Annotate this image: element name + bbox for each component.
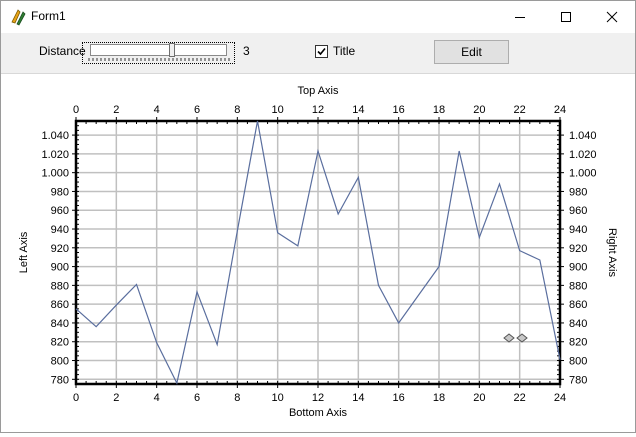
app-icon xyxy=(9,8,27,26)
top-axis-tick-label: 6 xyxy=(194,104,200,116)
right-axis-tick-label: 960 xyxy=(569,205,587,217)
minimize-button[interactable] xyxy=(497,1,543,33)
bottom-axis-tick-label: 2 xyxy=(113,392,119,404)
top-axis-tick-label: 18 xyxy=(433,104,445,116)
left-axis-tick-label: 1.020 xyxy=(41,149,69,161)
title-bar[interactable]: Form1 xyxy=(1,1,635,33)
bottom-axis-tick-label: 12 xyxy=(312,392,324,404)
close-icon xyxy=(606,11,618,23)
left-axis-ticks: 780 800 820 840 860 880 900 920 940 960 980 1.000 1.… xyxy=(41,130,76,386)
bottom-axis-label: Bottom Axis xyxy=(289,407,348,419)
bottom-axis-tick-label: 4 xyxy=(154,392,160,404)
top-axis-ticks: 024681012141618202224 xyxy=(73,104,566,121)
trackbar-thumb[interactable] xyxy=(169,43,175,57)
right-axis-ticks: 780 800 820 840 860 880 900 920 940 960 980 1.000 1.… xyxy=(560,130,597,386)
top-axis-tick-label: 12 xyxy=(312,104,324,116)
left-axis-tick-label: 1.040 xyxy=(41,130,69,142)
top-axis-tick-label: 4 xyxy=(154,104,160,116)
left-axis-tick-label: 820 xyxy=(51,337,69,349)
right-axis-tick-label: 1.000 xyxy=(569,168,597,180)
left-axis-tick-label: 860 xyxy=(51,299,69,311)
chart-grid xyxy=(76,121,560,384)
zoom-right-icon[interactable] xyxy=(517,334,527,342)
left-axis-tick-label: 960 xyxy=(51,205,69,217)
zoom-left-icon[interactable] xyxy=(504,334,514,342)
close-button[interactable] xyxy=(589,1,635,33)
chart-area: 024681012141618202224 024681012141618202… xyxy=(1,74,635,432)
bottom-axis-tick-label: 0 xyxy=(73,392,79,404)
right-axis-tick-label: 900 xyxy=(569,262,587,274)
bottom-axis-tick-label: 20 xyxy=(473,392,485,404)
top-axis-tick-label: 0 xyxy=(73,104,79,116)
edit-button[interactable]: Edit xyxy=(434,40,509,64)
form1-window: Form1 Distance 3 xyxy=(0,0,636,433)
right-axis-tick-label: 880 xyxy=(569,280,587,292)
line-chart: 024681012141618202224 024681012141618202… xyxy=(1,74,635,432)
right-axis-tick-label: 840 xyxy=(569,318,587,330)
top-axis-tick-label: 20 xyxy=(473,104,485,116)
left-axis-tick-label: 840 xyxy=(51,318,69,330)
right-axis-tick-label: 860 xyxy=(569,299,587,311)
left-axis-tick-label: 940 xyxy=(51,224,69,236)
distance-value: 3 xyxy=(243,44,250,58)
left-axis-tick-label: 780 xyxy=(51,374,69,386)
bottom-axis-tick-label: 6 xyxy=(194,392,200,404)
right-axis-tick-label: 820 xyxy=(569,337,587,349)
top-axis-label: Top Axis xyxy=(298,85,339,97)
top-axis-tick-label: 22 xyxy=(514,104,526,116)
minimize-icon xyxy=(514,11,526,23)
checkmark-icon xyxy=(316,46,327,57)
left-axis-tick-label: 1.000 xyxy=(41,168,69,180)
zoom-buttons[interactable] xyxy=(504,334,527,342)
title-checkbox-label: Title xyxy=(333,44,355,58)
bottom-axis-tick-label: 22 xyxy=(514,392,526,404)
left-axis-tick-label: 800 xyxy=(51,356,69,368)
top-axis-tick-label: 2 xyxy=(113,104,119,116)
distance-trackbar[interactable] xyxy=(82,42,235,64)
top-axis-tick-label: 24 xyxy=(554,104,566,116)
right-axis-tick-label: 800 xyxy=(569,356,587,368)
right-axis-tick-label: 1.020 xyxy=(569,149,597,161)
bottom-axis-ticks: 024681012141618202224 xyxy=(73,384,566,404)
left-axis-label: Left Axis xyxy=(18,231,30,273)
trackbar-ticks xyxy=(87,58,232,62)
top-axis-tick-label: 14 xyxy=(352,104,364,116)
right-axis-tick-label: 940 xyxy=(569,224,587,236)
bottom-axis-tick-label: 8 xyxy=(234,392,240,404)
left-axis-tick-label: 920 xyxy=(51,243,69,255)
right-axis-tick-label: 980 xyxy=(569,186,587,198)
bottom-axis-tick-label: 16 xyxy=(393,392,405,404)
top-axis-tick-label: 8 xyxy=(234,104,240,116)
left-axis-tick-label: 900 xyxy=(51,262,69,274)
right-axis-label: Right Axis xyxy=(606,228,618,277)
right-axis-tick-label: 780 xyxy=(569,374,587,386)
maximize-button[interactable] xyxy=(543,1,589,33)
left-axis-tick-label: 980 xyxy=(51,186,69,198)
bottom-axis-tick-label: 14 xyxy=(352,392,364,404)
distance-label: Distance xyxy=(39,44,86,58)
title-checkbox[interactable] xyxy=(315,45,328,58)
right-axis-tick-label: 1.040 xyxy=(569,130,597,142)
toolbar: Distance 3 Title Edit xyxy=(1,33,635,74)
window-title: Form1 xyxy=(31,9,66,23)
top-axis-tick-label: 16 xyxy=(393,104,405,116)
right-axis-tick-label: 920 xyxy=(569,243,587,255)
bottom-axis-tick-label: 18 xyxy=(433,392,445,404)
bottom-axis-tick-label: 10 xyxy=(272,392,284,404)
top-axis-tick-label: 10 xyxy=(272,104,284,116)
trackbar-groove xyxy=(90,44,227,56)
bottom-axis-tick-label: 24 xyxy=(554,392,566,404)
left-axis-tick-label: 880 xyxy=(51,280,69,292)
maximize-icon xyxy=(560,11,572,23)
